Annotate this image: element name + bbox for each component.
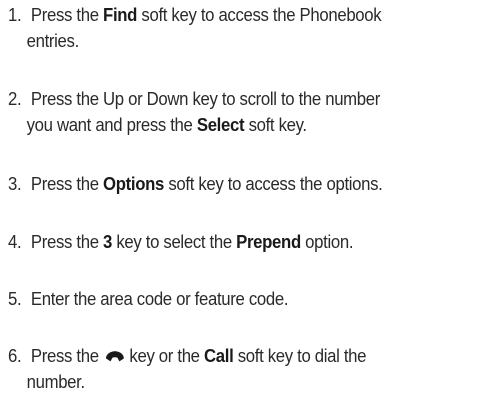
- soft-key-name: Select: [196, 115, 245, 135]
- step-text: soft key.: [248, 115, 307, 135]
- list-item: 3. Press the Options soft key to access …: [8, 171, 451, 197]
- step-line: 1. Press the Find soft key to access the…: [8, 2, 451, 28]
- step-line: 6. Press the key or the Call soft key to …: [8, 343, 451, 369]
- step-number: 1.: [8, 5, 22, 25]
- step-text: key to select the: [116, 232, 232, 252]
- step-number: 6.: [8, 346, 22, 366]
- step-text: Press the Up or Down key to scroll to th…: [30, 89, 381, 109]
- step-text: Press the: [30, 5, 99, 25]
- soft-key-name: Find: [103, 5, 138, 25]
- step-text: Press the: [30, 232, 99, 252]
- step-line: 5. Enter the area code or feature code.: [8, 286, 451, 312]
- step-text: soft key to access the options.: [168, 174, 383, 194]
- step-text: soft key to access the Phonebook: [141, 5, 382, 25]
- step-text: option.: [305, 232, 354, 252]
- step-text: Press the: [30, 346, 99, 366]
- send-key-icon: [105, 351, 124, 362]
- step-text: key or the: [129, 346, 200, 366]
- list-item: 5. Enter the area code or feature code.: [8, 286, 451, 312]
- step-line: 4. Press the 3 key to select the Prepend…: [8, 229, 451, 255]
- step-text: Press the: [30, 174, 99, 194]
- step-number: 5.: [8, 289, 22, 309]
- list-item: 4. Press the 3 key to select the Prepend…: [8, 229, 451, 255]
- step-text: Enter the area code or feature code.: [30, 289, 289, 309]
- step-continuation: entries.: [26, 31, 80, 51]
- list-item: 1. Press the Find soft key to access the…: [8, 2, 451, 54]
- step-number: 2.: [8, 89, 22, 109]
- step-continuation: number.: [26, 372, 86, 392]
- step-line: 2. Press the Up or Down key to scroll to…: [8, 86, 451, 112]
- soft-key-name: Call: [203, 346, 234, 366]
- step-number: 4.: [8, 232, 22, 252]
- option-name: Prepend: [236, 232, 301, 252]
- step-text: you want and press the: [26, 115, 193, 135]
- step-number: 3.: [8, 174, 22, 194]
- instruction-list: 1. Press the Find soft key to access the…: [0, 0, 488, 392]
- soft-key-name: Options: [103, 174, 165, 194]
- step-continuation: you want and press the Select soft key.: [8, 112, 451, 138]
- step-text: soft key to dial the: [237, 346, 367, 366]
- list-item: 6. Press the key or the Call soft key to …: [8, 343, 451, 395]
- step-line: 3. Press the Options soft key to access …: [8, 171, 451, 197]
- key-name: 3: [103, 232, 113, 252]
- list-item: 2. Press the Up or Down key to scroll to…: [8, 86, 451, 138]
